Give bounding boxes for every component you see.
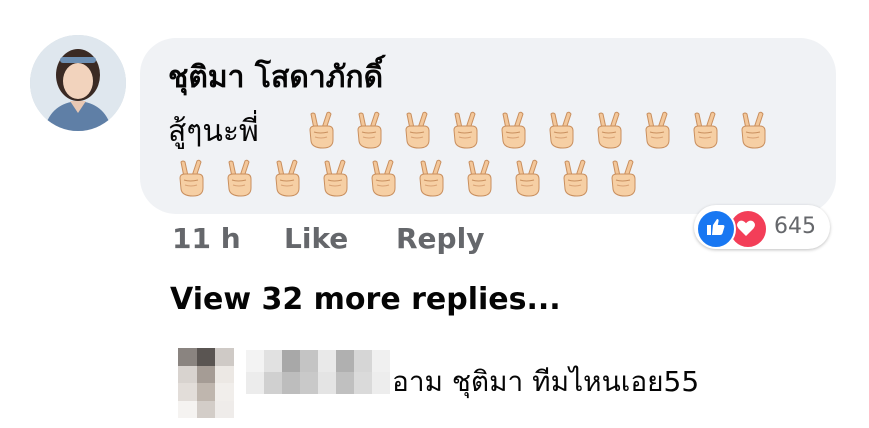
pixel-block bbox=[215, 348, 234, 366]
pixel-block bbox=[300, 372, 318, 394]
pixel-block bbox=[372, 350, 390, 372]
pixel-block bbox=[354, 350, 372, 372]
pixel-block bbox=[300, 350, 318, 372]
victory-hand-emoji bbox=[419, 159, 444, 197]
reply-author-name-blurred[interactable] bbox=[246, 350, 390, 394]
victory-hand-emoji bbox=[275, 159, 300, 197]
victory-hand-emoji bbox=[597, 111, 622, 149]
reply-text: อาม ชุติมา ทีมไหนเอย55 bbox=[392, 365, 700, 398]
victory-hand-emoji bbox=[371, 159, 396, 197]
emoji-row-2 bbox=[172, 158, 642, 198]
pixel-block bbox=[196, 383, 216, 401]
pixel-block bbox=[282, 350, 300, 372]
pixel-block bbox=[336, 350, 354, 372]
like-icon bbox=[696, 209, 736, 249]
avatar-photo bbox=[30, 35, 126, 131]
victory-hand-emoji bbox=[357, 111, 382, 149]
victory-hand-emoji bbox=[323, 159, 348, 197]
pixel-block bbox=[178, 400, 197, 418]
victory-hand-emoji bbox=[309, 111, 334, 149]
comment-author-name[interactable]: ชุติมา โสดาภักดิ์ bbox=[168, 54, 383, 101]
victory-hand-emoji bbox=[693, 111, 718, 149]
victory-hand-emoji bbox=[453, 111, 478, 149]
pixel-block bbox=[196, 348, 216, 366]
pixel-block bbox=[215, 400, 234, 418]
pixel-block bbox=[215, 383, 234, 401]
pixel-block bbox=[336, 372, 354, 394]
comment-timestamp[interactable]: 11 h bbox=[172, 222, 241, 255]
victory-hand-emoji bbox=[611, 159, 636, 197]
victory-hand-emoji bbox=[501, 111, 526, 149]
pixel-block bbox=[282, 372, 300, 394]
emoji-row-1 bbox=[302, 110, 772, 150]
reactions-summary[interactable]: 645 bbox=[694, 205, 830, 249]
pixel-block bbox=[318, 350, 336, 372]
victory-hand-emoji bbox=[563, 159, 588, 197]
victory-hand-emoji bbox=[227, 159, 252, 197]
pixel-block bbox=[196, 365, 216, 383]
pixel-block bbox=[178, 365, 197, 383]
victory-hand-emoji bbox=[405, 111, 430, 149]
pixel-block bbox=[246, 350, 264, 372]
pixel-block bbox=[264, 350, 282, 372]
victory-hand-emoji bbox=[515, 159, 540, 197]
pixel-block bbox=[246, 372, 264, 394]
victory-hand-emoji bbox=[179, 159, 204, 197]
pixel-block bbox=[354, 372, 372, 394]
victory-hand-emoji bbox=[741, 111, 766, 149]
comment-text: สู้ๆนะพี่ bbox=[168, 114, 259, 149]
victory-hand-emoji bbox=[467, 159, 492, 197]
reply-author-avatar-blurred[interactable] bbox=[178, 348, 234, 418]
pixel-block bbox=[215, 365, 234, 383]
pixel-block bbox=[178, 383, 197, 401]
pixel-block bbox=[178, 348, 197, 366]
reply-button[interactable]: Reply bbox=[396, 222, 484, 255]
comment-thread: ชุติมา โสดาภักดิ์ สู้ๆนะพี่ 645 11 h Lik… bbox=[0, 0, 869, 428]
author-avatar[interactable] bbox=[30, 35, 126, 131]
victory-hand-emoji bbox=[549, 111, 574, 149]
pixel-block bbox=[196, 400, 216, 418]
view-more-replies-link[interactable]: View 32 more replies... bbox=[170, 282, 561, 317]
victory-hand-emoji bbox=[645, 111, 670, 149]
reaction-count: 645 bbox=[774, 214, 816, 239]
pixel-block bbox=[318, 372, 336, 394]
like-button[interactable]: Like bbox=[284, 222, 348, 255]
pixel-block bbox=[264, 372, 282, 394]
pixel-block bbox=[372, 372, 390, 394]
